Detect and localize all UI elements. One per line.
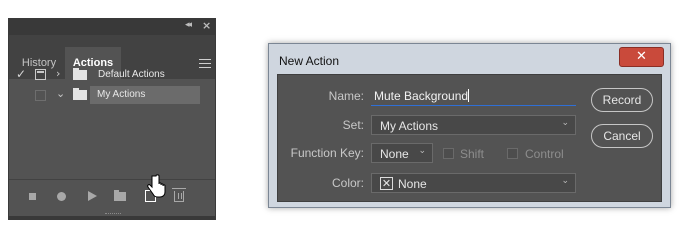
chevron-right-icon[interactable]: ›	[56, 67, 60, 80]
action-set-label: My Actions	[97, 89, 146, 100]
chevron-down-icon: ⌄	[561, 176, 569, 186]
panel-menu-icon[interactable]	[199, 59, 211, 68]
shift-checkbox[interactable]	[443, 148, 454, 159]
text-caret	[468, 89, 470, 102]
color-select[interactable]: ✕ None ⌄	[371, 173, 576, 193]
dialog-body: Name: Mute Background Set: My Actions ⌄ …	[277, 74, 662, 202]
set-select-value: My Actions	[380, 119, 439, 133]
folder-icon	[73, 88, 87, 100]
action-set-row-my-actions[interactable]: ⌄ My Actions	[9, 85, 200, 105]
dialog-close-button[interactable]: ✕	[619, 47, 664, 67]
no-color-swatch-icon: ✕	[380, 177, 393, 190]
action-set-row-default[interactable]: ✓ › Default Actions	[9, 65, 200, 85]
color-label: Color:	[331, 176, 364, 190]
shift-label: Shift	[460, 147, 485, 161]
name-label: Name:	[328, 89, 364, 103]
record-icon[interactable]	[57, 192, 66, 201]
action-set-label: Default Actions	[98, 69, 165, 80]
chevron-down-icon: ⌄	[561, 118, 569, 128]
play-icon[interactable]	[88, 191, 97, 201]
set-label: Set:	[342, 118, 364, 132]
collapse-panel-icon[interactable]: ◂◂	[185, 20, 192, 30]
dialog-title: New Action	[279, 54, 340, 68]
function-key-select[interactable]: None ⌄	[371, 143, 433, 163]
checkmark-icon[interactable]: ✓	[16, 67, 26, 81]
record-button[interactable]: Record	[591, 88, 653, 112]
folder-icon	[73, 68, 87, 80]
function-key-value: None	[380, 147, 409, 161]
dialog-toggle-empty[interactable]	[35, 90, 46, 101]
control-label: Control	[525, 147, 564, 161]
color-select-value: None	[398, 177, 427, 191]
actions-panel: ◂◂ × History Actions ✓ › Default Actions…	[8, 18, 216, 217]
name-value: Mute Background	[374, 89, 469, 103]
resize-grip[interactable]	[105, 213, 121, 215]
control-checkbox[interactable]	[507, 148, 518, 159]
set-select[interactable]: My Actions ⌄	[371, 115, 576, 135]
stop-icon[interactable]	[29, 193, 36, 200]
close-panel-icon[interactable]: ×	[202, 19, 211, 32]
new-set-folder-icon[interactable]	[114, 190, 126, 201]
dialog-toggle-icon[interactable]	[35, 69, 46, 80]
chevron-down-icon[interactable]: ⌄	[56, 87, 65, 100]
panel-bottom-strip	[8, 216, 216, 220]
function-key-label: Function Key:	[290, 146, 364, 160]
panel-toolbar	[9, 180, 215, 217]
name-input[interactable]: Mute Background	[371, 86, 576, 106]
new-action-dialog: New Action ✕ Name: Mute Background Set: …	[268, 43, 671, 208]
trash-icon[interactable]	[172, 188, 186, 202]
panel-title-bar: ◂◂ ×	[9, 19, 215, 35]
chevron-down-icon: ⌄	[418, 146, 426, 156]
hand-cursor-icon	[147, 174, 166, 198]
cancel-button[interactable]: Cancel	[591, 124, 653, 148]
